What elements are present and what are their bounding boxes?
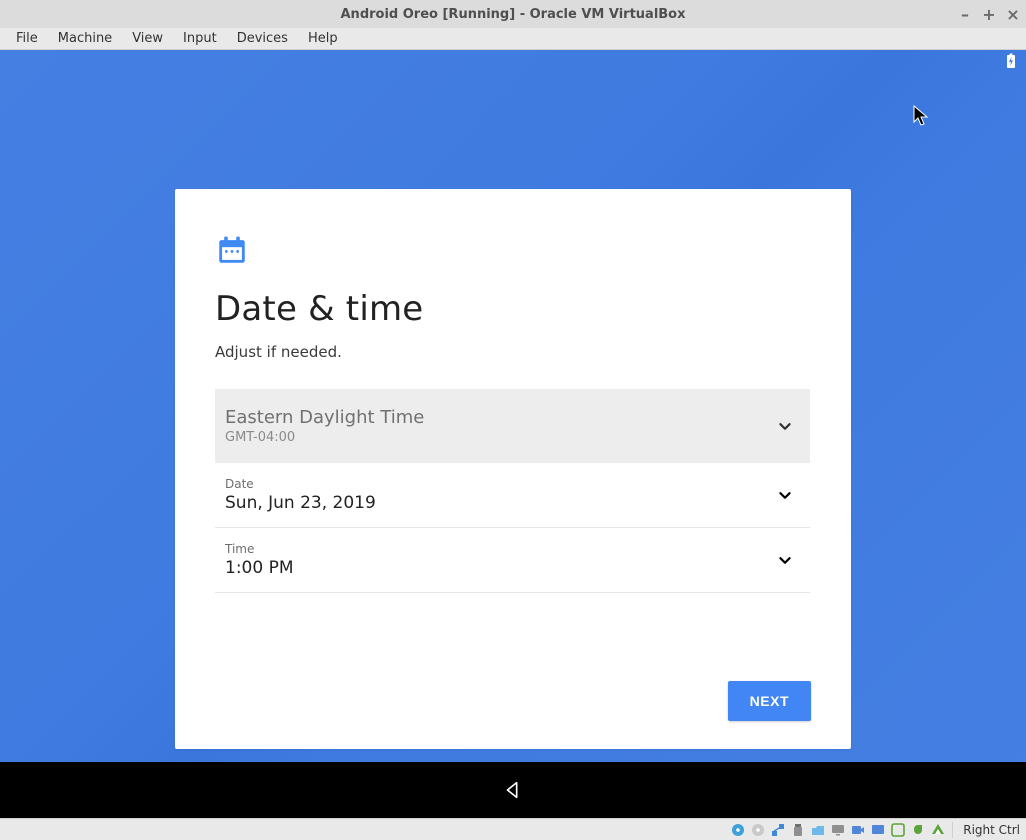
next-button[interactable]: NEXT [728, 681, 811, 721]
date-selector[interactable]: Date Sun, Jun 23, 2019 [215, 463, 810, 528]
window-minimize-button[interactable]: – [958, 7, 972, 21]
android-status-bar [0, 50, 1026, 72]
chevron-down-icon [774, 484, 796, 506]
host-key-label[interactable]: Right Ctrl [963, 823, 1020, 837]
window-titlebar: Android Oreo [Running] - Oracle VM Virtu… [0, 0, 1026, 28]
time-value: 1:00 PM [225, 558, 294, 578]
android-nav-bar [0, 762, 1026, 818]
virtualbox-status-bar: Right Ctrl [0, 818, 1026, 840]
usb-icon[interactable] [790, 822, 806, 838]
menu-file[interactable]: File [6, 29, 48, 48]
window-close-button[interactable]: × [1006, 7, 1020, 21]
chevron-down-icon [774, 549, 796, 571]
shared-folders-icon[interactable] [810, 822, 826, 838]
time-selector[interactable]: Time 1:00 PM [215, 528, 810, 593]
window-title: Android Oreo [Running] - Oracle VM Virtu… [0, 7, 1026, 22]
vm-display[interactable]: Date & time Adjust if needed. Eastern Da… [0, 50, 1026, 818]
timezone-selector[interactable]: Eastern Daylight Time GMT-04:00 [215, 389, 810, 463]
nav-back-icon[interactable] [502, 779, 524, 801]
display-config-icon[interactable] [870, 822, 886, 838]
mouse-integration-icon[interactable] [910, 822, 926, 838]
status-separator [952, 822, 953, 838]
window-maximize-button[interactable]: + [982, 7, 996, 21]
date-label: Date [225, 477, 376, 491]
page-subtitle: Adjust if needed. [215, 343, 811, 361]
menu-help[interactable]: Help [298, 29, 348, 48]
battery-charging-icon [1006, 53, 1016, 69]
keyboard-captured-icon[interactable] [930, 822, 946, 838]
network-icon[interactable] [770, 822, 786, 838]
menu-devices[interactable]: Devices [227, 29, 298, 48]
timezone-name: Eastern Daylight Time [225, 407, 424, 428]
date-time-setup-card: Date & time Adjust if needed. Eastern Da… [175, 189, 851, 749]
page-title: Date & time [215, 289, 811, 329]
timezone-offset: GMT-04:00 [225, 430, 424, 445]
calendar-icon [215, 233, 249, 267]
hard-disk-icon[interactable] [730, 822, 746, 838]
date-value: Sun, Jun 23, 2019 [225, 493, 376, 513]
time-label: Time [225, 542, 294, 556]
menu-view[interactable]: View [122, 29, 173, 48]
optical-disk-icon[interactable] [750, 822, 766, 838]
menu-input[interactable]: Input [173, 29, 227, 48]
menu-machine[interactable]: Machine [48, 29, 122, 48]
display-icon[interactable] [830, 822, 846, 838]
chevron-down-icon [774, 415, 796, 437]
audio-icon[interactable] [890, 822, 906, 838]
recording-icon[interactable] [850, 822, 866, 838]
menubar: File Machine View Input Devices Help [0, 28, 1026, 50]
